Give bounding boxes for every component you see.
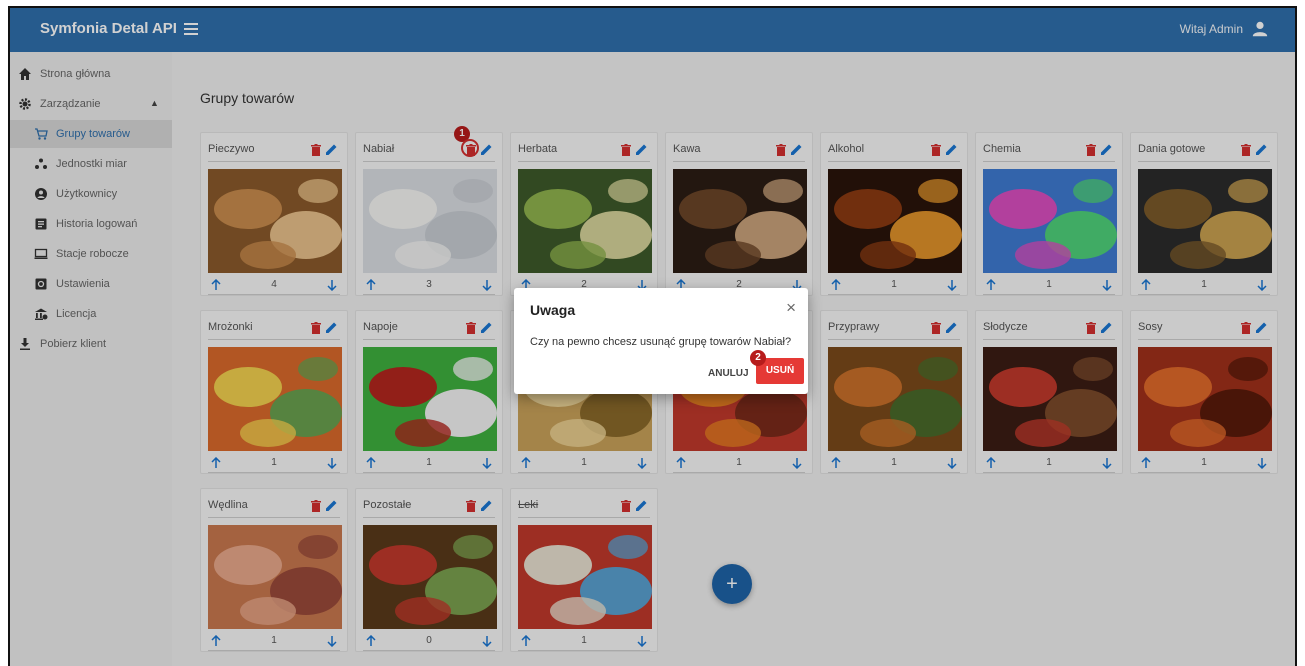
dialog-title: Uwaga [530, 302, 576, 318]
confirm-delete-dialog: Uwaga × Czy na pewno chcesz usunąć grupę… [514, 288, 808, 394]
cancel-button[interactable]: ANULUJ [708, 368, 749, 379]
dialog-message: Czy na pewno chcesz usunąć grupę towarów… [530, 336, 792, 348]
step-2-marker: 2 [750, 350, 766, 366]
app-window: Symfonia Detal API Witaj Admin Strona gł… [8, 6, 1297, 666]
close-icon[interactable]: × [786, 298, 796, 318]
